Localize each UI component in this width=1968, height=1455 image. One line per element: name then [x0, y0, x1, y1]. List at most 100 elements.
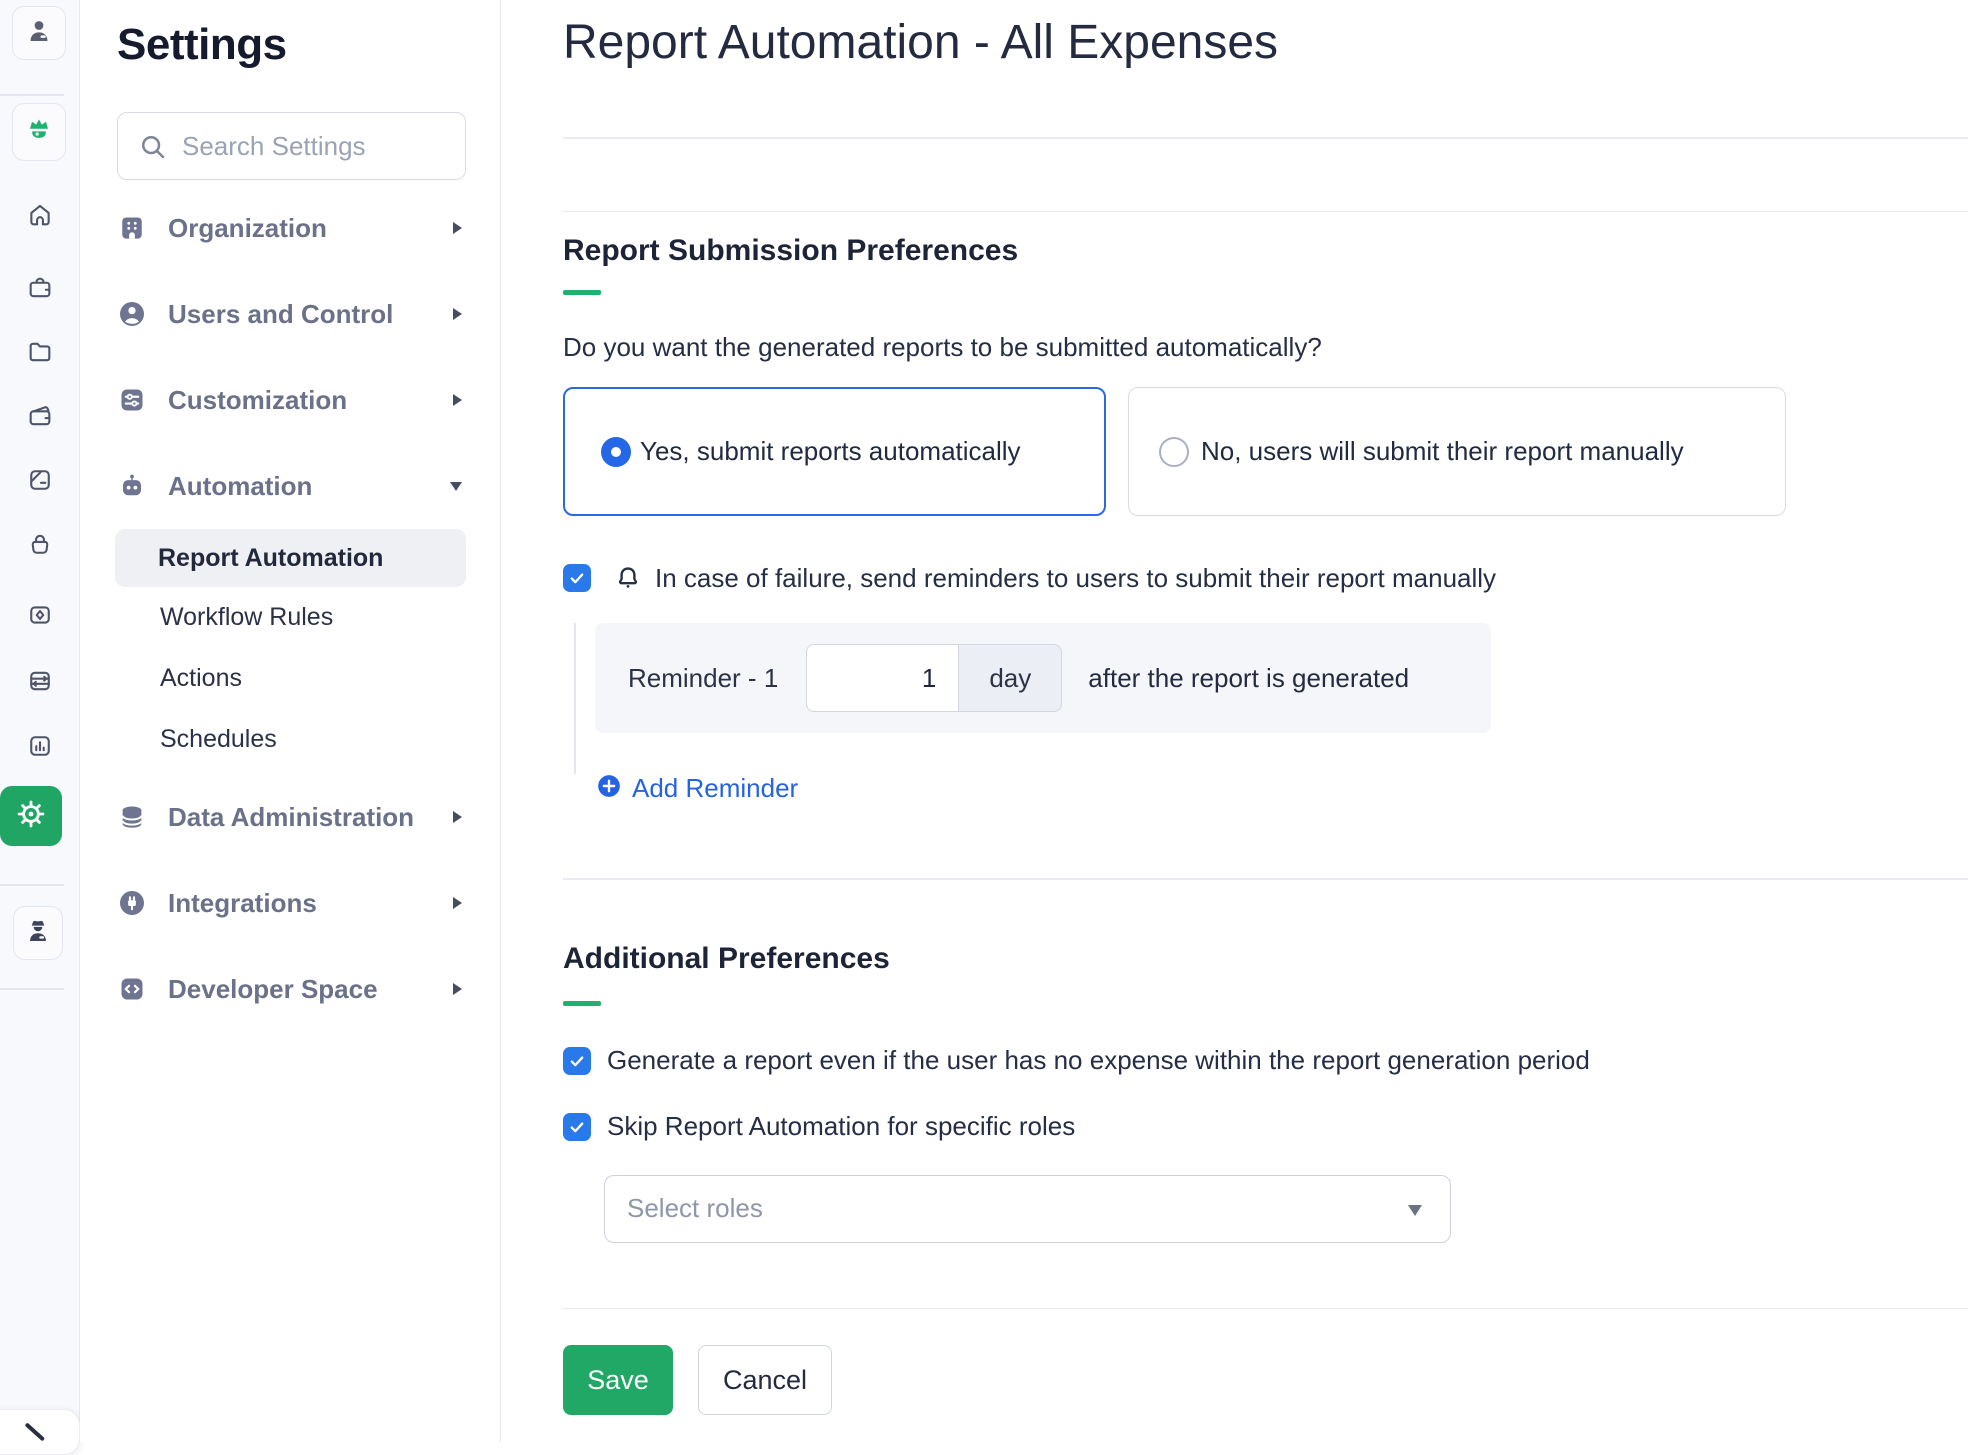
home-nav-button[interactable] [0, 201, 80, 234]
skip-roles-checkbox[interactable] [563, 1113, 591, 1141]
sidebar-item-automation[interactable]: Automation [117, 443, 500, 529]
subitem-label: Actions [160, 664, 242, 693]
gear-icon [14, 797, 48, 836]
settings-nav-button-active[interactable] [0, 786, 62, 846]
select-roles-dropdown[interactable]: Select roles [604, 1175, 1451, 1243]
select-roles-placeholder: Select roles [627, 1193, 763, 1224]
sidebar-item-label: Automation [168, 471, 312, 502]
settings-nav-lower: Data Administration Integrations Develop… [117, 774, 500, 1032]
skip-roles-label: Skip Report Automation for specific role… [607, 1111, 1075, 1142]
sidebar-subitem-workflow-rules[interactable]: Workflow Rules [117, 587, 500, 648]
security-nav-button[interactable] [0, 530, 80, 563]
sidebar-item-label: Users and Control [168, 299, 393, 330]
failure-reminder-label: In case of failure, send reminders to us… [655, 563, 1496, 594]
sliders-icon [117, 385, 147, 415]
rail-divider [0, 988, 64, 990]
radio-unselected-icon[interactable] [1159, 437, 1189, 467]
additional-preferences-heading: Additional Preferences [563, 941, 1968, 977]
heading-accent-bar [563, 1001, 601, 1006]
collapse-handle[interactable] [0, 1409, 80, 1455]
profile-button[interactable] [12, 6, 66, 60]
check-icon [568, 569, 586, 587]
failure-reminder-checkbox[interactable] [563, 564, 591, 592]
trips-nav-button[interactable] [0, 274, 80, 307]
skip-roles-row: Skip Report Automation for specific role… [563, 1113, 1968, 1141]
no-expense-label: Generate a report even if the user has n… [607, 1045, 1590, 1076]
option-no-label: No, users will submit their report manua… [1201, 436, 1684, 467]
plug-icon [117, 888, 147, 918]
subitem-label: Schedules [160, 725, 277, 754]
sidebar-title: Settings [117, 18, 500, 72]
sidebar-item-developer-space[interactable]: Developer Space [117, 946, 500, 1032]
reminder-suffix: after the report is generated [1088, 663, 1409, 694]
crown-org-icon [24, 115, 54, 150]
user-icon [24, 16, 54, 51]
bell-icon [613, 563, 643, 593]
sidebar-item-integrations[interactable]: Integrations [117, 860, 500, 946]
robot-icon [117, 471, 147, 501]
no-expense-checkbox[interactable] [563, 1047, 591, 1075]
save-button[interactable]: Save [563, 1345, 673, 1415]
radio-selected-icon[interactable] [601, 437, 631, 467]
receipt-icon [26, 466, 54, 499]
toolbar-divider [563, 211, 1968, 213]
sidebar-item-organization[interactable]: Organization [117, 185, 500, 271]
card-box-icon [26, 667, 54, 700]
failure-reminder-row: In case of failure, send reminders to us… [563, 563, 1968, 593]
search-input[interactable] [118, 113, 465, 179]
settings-sidebar: Settings Organization Users and Control [80, 0, 501, 1442]
plus-circle-icon [596, 773, 622, 804]
sidebar-subitem-report-automation[interactable]: Report Automation [115, 529, 466, 587]
database-icon [117, 802, 147, 832]
expenses-nav-button[interactable] [0, 466, 80, 499]
sidebar-item-label: Data Administration [168, 802, 414, 833]
subitem-label: Report Automation [158, 544, 383, 573]
cards-nav-button[interactable] [0, 667, 80, 700]
chevron-down-icon [450, 482, 462, 491]
check-icon [568, 1052, 586, 1070]
wallet-icon [26, 402, 54, 435]
user-circle-icon [117, 299, 147, 329]
bar-chart-icon [26, 732, 54, 765]
cancel-button[interactable]: Cancel [698, 1345, 832, 1415]
automation-subnav: Report Automation Workflow Rules Actions… [117, 529, 500, 770]
auto-submit-question: Do you want the generated reports to be … [563, 331, 1968, 363]
wallet-nav-button[interactable] [0, 402, 80, 435]
lock-icon [26, 530, 54, 563]
settings-nav: Organization Users and Control Customiza… [117, 185, 500, 529]
option-no-card[interactable]: No, users will submit their report manua… [1128, 387, 1786, 516]
auto-submit-options: Yes, submit reports automatically No, us… [563, 387, 1968, 516]
home-icon [26, 201, 54, 234]
sidebar-item-customization[interactable]: Customization [117, 357, 500, 443]
header-divider [563, 137, 1968, 139]
reminder-row: Reminder - 1 day after the report is gen… [595, 623, 1491, 733]
code-icon [117, 974, 147, 1004]
option-yes-card[interactable]: Yes, submit reports automatically [563, 387, 1106, 516]
reminder-days-input[interactable] [806, 644, 959, 712]
organization-switcher-button[interactable] [12, 103, 66, 161]
admin-view-button[interactable] [13, 906, 63, 960]
building-icon [117, 213, 147, 243]
option-yes-label: Yes, submit reports automatically [640, 436, 1021, 467]
chevron-right-icon [453, 983, 462, 995]
footer-actions: Save Cancel [563, 1345, 1968, 1415]
sidebar-subitem-schedules[interactable]: Schedules [117, 709, 500, 770]
analytics-nav-button[interactable] [0, 732, 80, 765]
sidebar-item-data-administration[interactable]: Data Administration [117, 774, 500, 860]
add-reminder-link[interactable]: Add Reminder [596, 772, 798, 804]
reminder-group: Reminder - 1 day after the report is gen… [563, 623, 1968, 733]
sidebar-item-label: Integrations [168, 888, 317, 919]
chevron-right-icon [453, 394, 462, 406]
caret-down-icon [1408, 1205, 1422, 1216]
sidebar-item-label: Developer Space [168, 974, 378, 1005]
reminder-unit: day [959, 644, 1062, 712]
documents-nav-button[interactable] [0, 338, 80, 371]
rewards-nav-button[interactable] [0, 601, 80, 634]
check-icon [568, 1118, 586, 1136]
settings-search[interactable] [117, 112, 466, 180]
chevron-right-icon [453, 897, 462, 909]
sidebar-item-users-and-control[interactable]: Users and Control [117, 271, 500, 357]
add-reminder-label: Add Reminder [632, 773, 798, 804]
sidebar-subitem-actions[interactable]: Actions [117, 648, 500, 709]
rail-divider [0, 94, 64, 96]
